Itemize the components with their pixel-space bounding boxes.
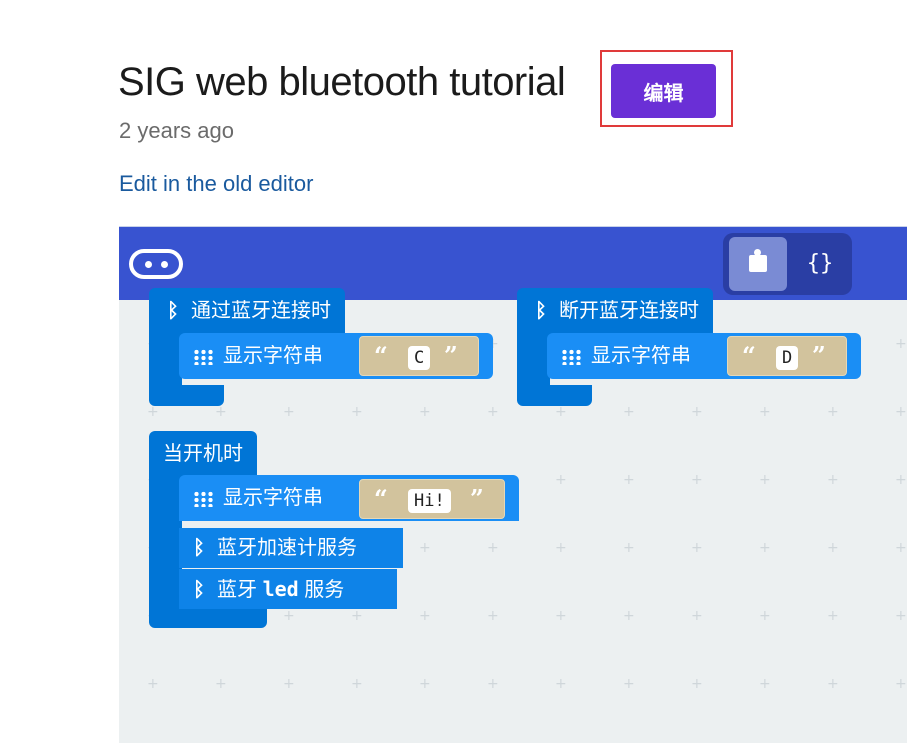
grid-plus: + — [351, 404, 363, 420]
grid-plus: + — [147, 404, 159, 420]
grid-plus: + — [827, 676, 839, 692]
bluetooth-icon: ᛒ — [167, 300, 179, 322]
string-value[interactable]: C — [408, 346, 431, 370]
grid-plus: + — [895, 404, 907, 420]
grid-plus: + — [147, 676, 159, 692]
grid-plus: + — [827, 404, 839, 420]
grid-plus: + — [759, 540, 771, 556]
grid-plus: + — [419, 540, 431, 556]
grid-plus: + — [623, 608, 635, 624]
grid-plus: + — [283, 404, 295, 420]
puzzle-icon — [749, 249, 767, 272]
grid-plus: + — [895, 608, 907, 624]
grid-plus: + — [351, 608, 363, 624]
grid-plus: + — [487, 540, 499, 556]
microbit-logo-icon[interactable] — [129, 249, 183, 279]
edit-button[interactable]: 编辑 — [611, 64, 716, 118]
grid-plus: + — [759, 404, 771, 420]
grid-plus: + — [419, 404, 431, 420]
grid-plus: + — [215, 676, 227, 692]
grid-plus: + — [487, 676, 499, 692]
blocks-mode-button[interactable] — [729, 237, 787, 291]
page-title: SIG web bluetooth tutorial — [118, 60, 566, 104]
timestamp: 2 years ago — [119, 118, 234, 143]
bluetooth-icon: ᛒ — [193, 537, 205, 559]
grid-plus: + — [215, 404, 227, 420]
grid-plus: + — [623, 472, 635, 488]
javascript-mode-button[interactable]: {} — [791, 237, 849, 291]
old-editor-link[interactable]: Edit in the old editor — [119, 171, 313, 197]
led-grid-icon — [193, 490, 213, 507]
grid-plus: + — [691, 472, 703, 488]
grid-plus: + — [419, 676, 431, 692]
grid-plus: + — [555, 472, 567, 488]
grid-plus: + — [623, 676, 635, 692]
bluetooth-icon: ᛒ — [535, 300, 547, 322]
string-block[interactable]: “ D ” — [727, 336, 847, 376]
grid-plus: + — [691, 540, 703, 556]
editor-mode-toggle: {} — [723, 233, 852, 295]
bluetooth-led-service-block[interactable]: ᛒ 蓝牙 led 服务 — [179, 569, 397, 609]
grid-plus: + — [487, 404, 499, 420]
on-disconnected-label: ᛒ 断开蓝牙连接时 — [517, 288, 713, 334]
on-start-block[interactable] — [149, 475, 182, 627]
string-value[interactable]: Hi! — [408, 489, 451, 513]
grid-plus: + — [759, 608, 771, 624]
grid-plus: + — [351, 676, 363, 692]
grid-plus: + — [555, 540, 567, 556]
led-grid-icon — [193, 348, 213, 365]
grid-plus: + — [691, 404, 703, 420]
led-grid-icon — [561, 348, 581, 365]
on-connected-label: ᛒ 通过蓝牙连接时 — [149, 288, 345, 334]
grid-plus: + — [487, 608, 499, 624]
grid-plus: + — [623, 404, 635, 420]
grid-plus: + — [691, 676, 703, 692]
string-value[interactable]: D — [776, 346, 799, 370]
grid-plus: + — [555, 404, 567, 420]
grid-plus: + — [827, 608, 839, 624]
grid-plus: + — [759, 472, 771, 488]
bluetooth-icon: ᛒ — [193, 579, 205, 601]
grid-plus: + — [691, 608, 703, 624]
grid-plus: + — [895, 540, 907, 556]
grid-plus: + — [827, 540, 839, 556]
string-block[interactable]: “ C ” — [359, 336, 479, 376]
grid-plus: + — [283, 608, 295, 624]
grid-plus: + — [555, 676, 567, 692]
grid-plus: + — [827, 472, 839, 488]
grid-plus: + — [895, 676, 907, 692]
grid-plus: + — [419, 608, 431, 624]
on-start-label: 当开机时 — [149, 431, 257, 477]
blocks-editor[interactable]: + + + + + + + + + + + + + + + + + + + + + + + + + + + + + + + + + + + + + + + +… — [119, 226, 907, 743]
grid-plus: + — [555, 608, 567, 624]
grid-plus: + — [895, 472, 907, 488]
string-block[interactable]: “ Hi! ” — [359, 479, 505, 519]
bluetooth-accelerometer-service-block[interactable]: ᛒ 蓝牙加速计服务 — [179, 528, 403, 568]
grid-plus: + — [283, 676, 295, 692]
grid-plus: + — [623, 540, 635, 556]
grid-plus: + — [759, 676, 771, 692]
grid-plus: + — [895, 336, 907, 352]
